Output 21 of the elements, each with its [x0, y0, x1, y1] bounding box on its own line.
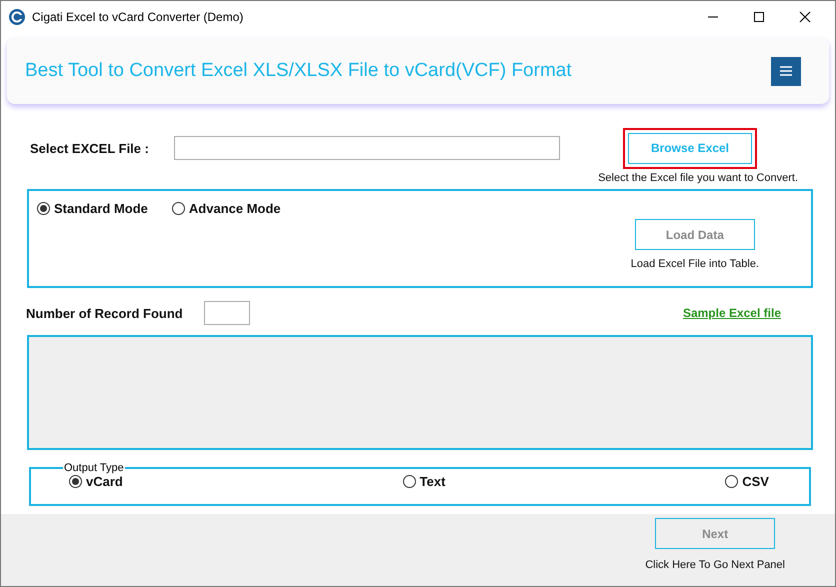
record-count-label: Number of Record Found [26, 306, 183, 320]
window-title: Cigati Excel to vCard Converter (Demo) [32, 10, 244, 24]
header-title: Best Tool to Convert Excel XLS/XLSX File to vCard(VCF) Format [25, 60, 572, 82]
mode-radio[interactable]: Standard Mode [37, 201, 148, 216]
menu-icon [780, 66, 792, 76]
maximize-icon[interactable] [753, 10, 765, 22]
hint-text: Select the Excel file you want to Convert. [598, 172, 798, 184]
output-radio[interactable]: Text [402, 474, 446, 489]
output-radio[interactable]: CSV [725, 474, 769, 489]
hint-text: Click Here To Go Next Panel [645, 559, 785, 571]
app-logo-icon [9, 8, 25, 24]
file-path-field[interactable] [174, 136, 560, 160]
sample-file-link[interactable]: Sample Excel file [682, 306, 781, 320]
output-radio[interactable]: vCard [69, 474, 123, 489]
close-icon[interactable] [799, 10, 811, 22]
mode-radio[interactable]: Advance Mode [172, 201, 281, 216]
hint-text: Load Excel File into Table. [630, 258, 759, 270]
field-label: Select EXCEL File : [30, 140, 150, 156]
group-legend: Output Type [63, 462, 125, 474]
record-count-field [204, 301, 250, 325]
menu-button[interactable] [771, 56, 801, 86]
